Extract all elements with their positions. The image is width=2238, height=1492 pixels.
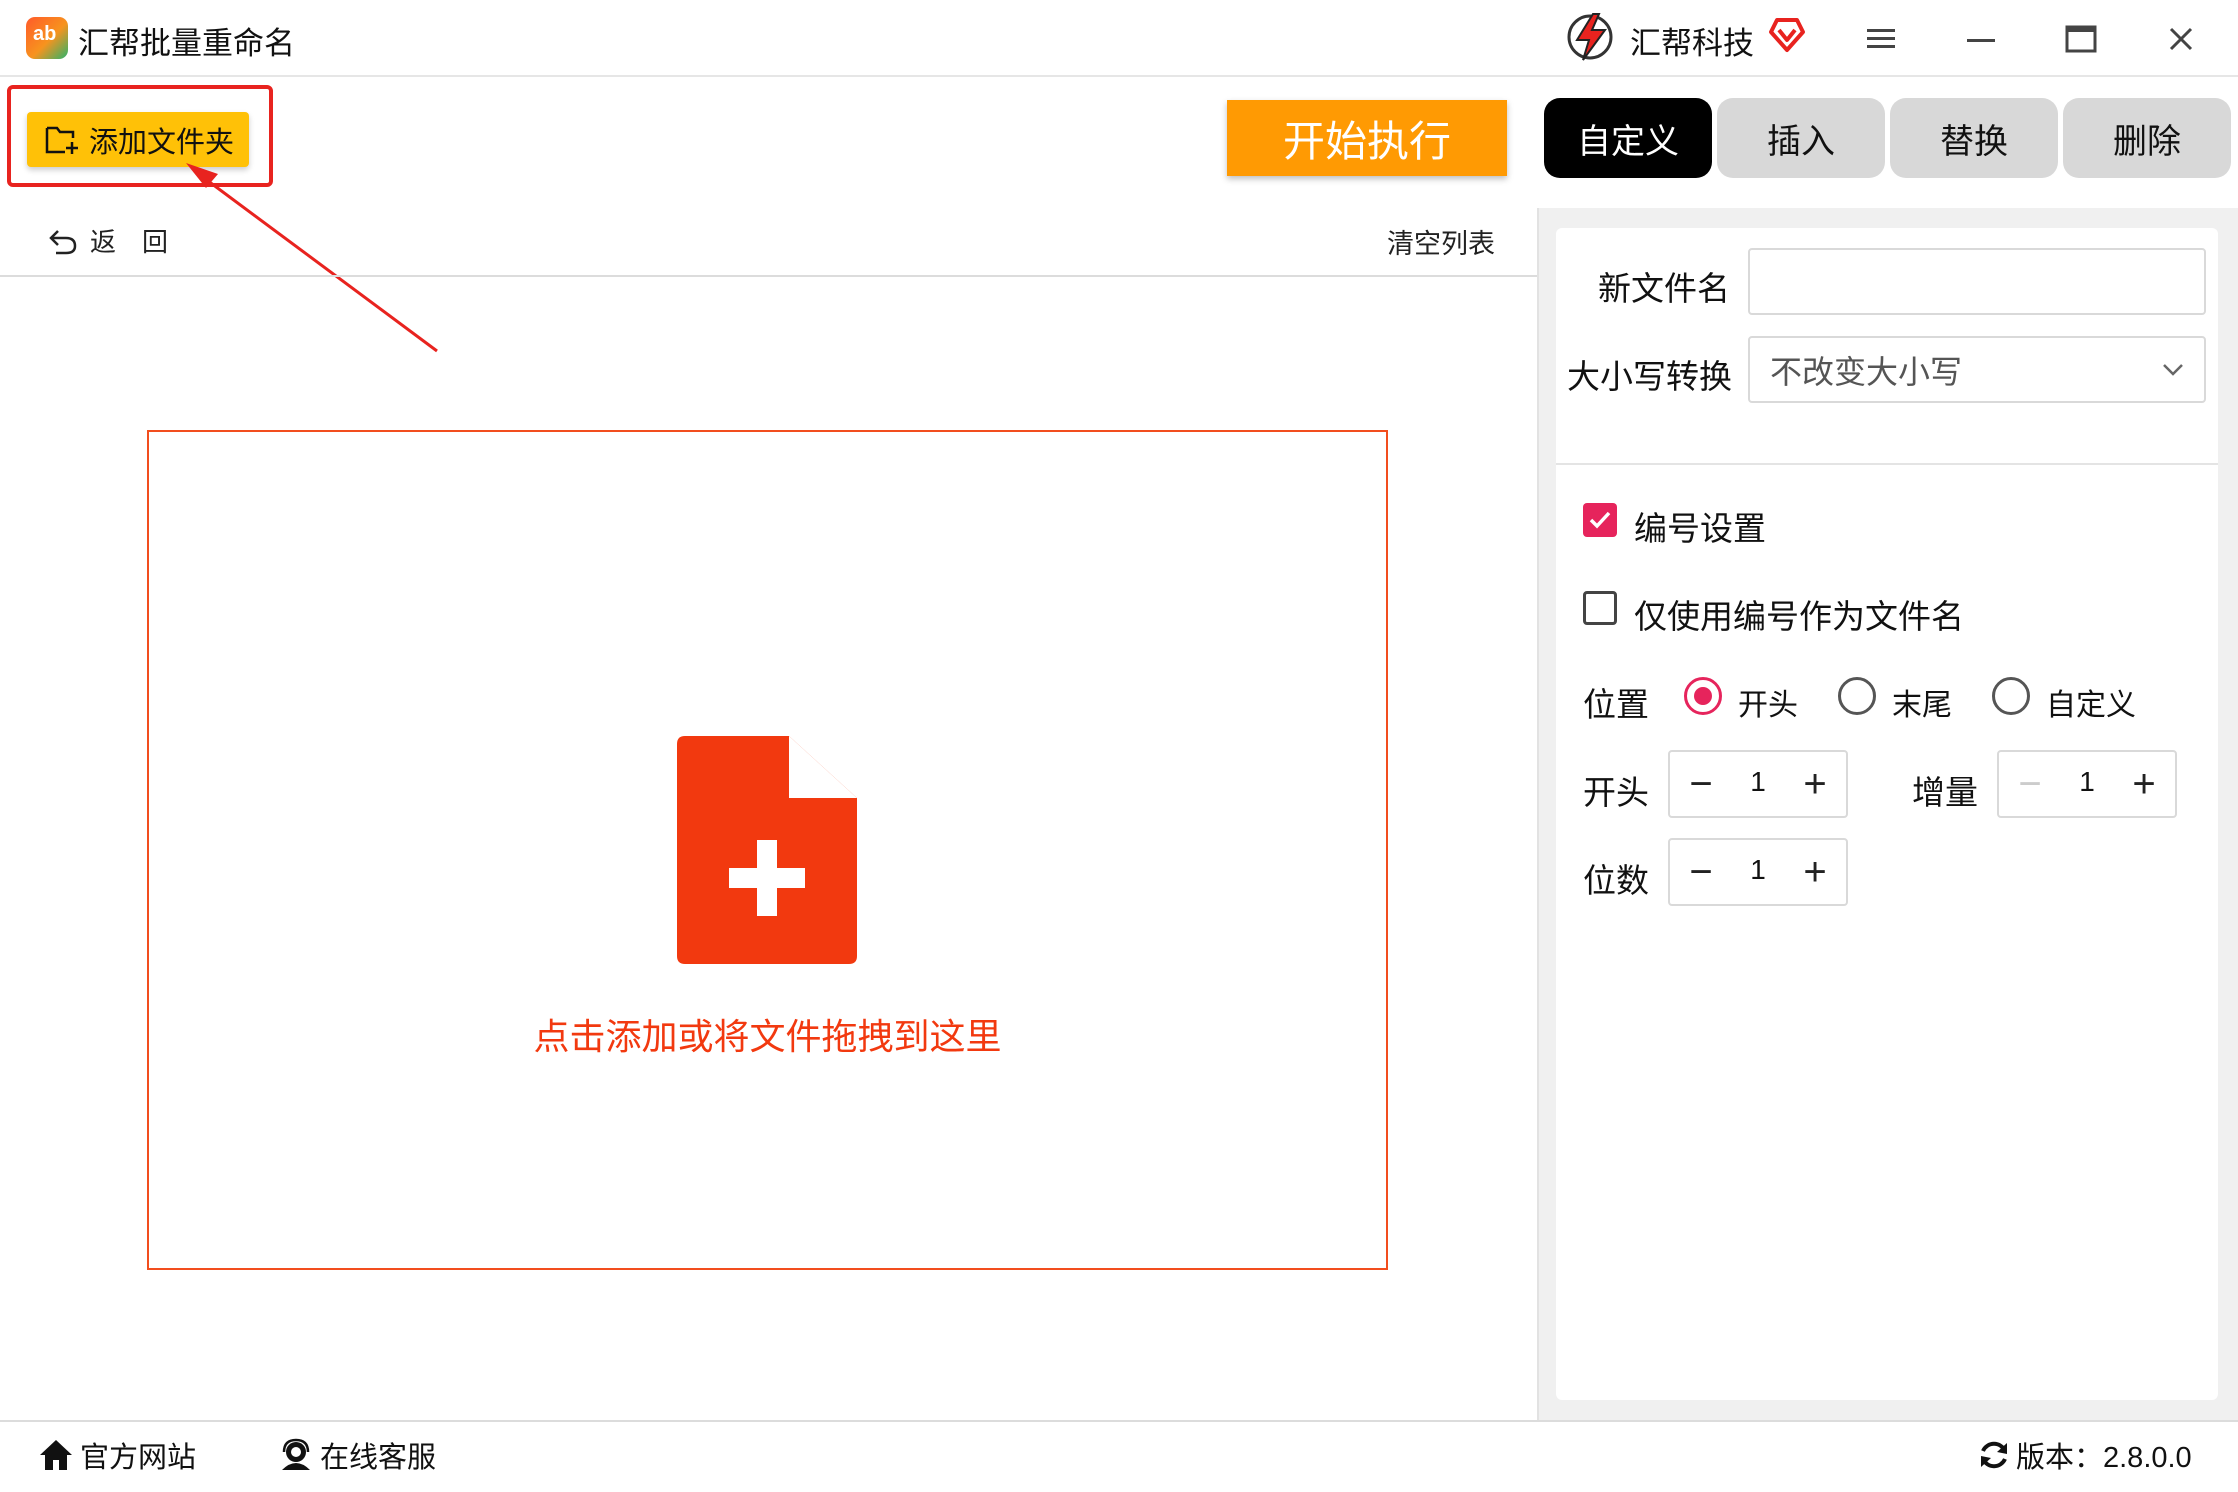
card-divider <box>1556 463 2218 465</box>
back-arrow-icon <box>49 229 77 254</box>
file-add-icon[interactable] <box>677 736 857 964</box>
close-icon[interactable] <box>2158 16 2204 62</box>
increment-value[interactable]: 1 <box>2049 752 2125 812</box>
increment-increment-button[interactable]: + <box>2119 752 2169 816</box>
increment-decrement-button[interactable]: − <box>2005 752 2055 816</box>
new-filename-label: 新文件名 <box>1598 270 1730 307</box>
position-radio-custom[interactable] <box>1992 677 2030 715</box>
tab-insert[interactable]: 插入 <box>1717 98 1885 178</box>
back-label: 返 回 <box>90 227 169 257</box>
home-icon <box>40 1440 72 1470</box>
numbering-label: 编号设置 <box>1634 510 1766 547</box>
vip-heart-icon[interactable] <box>1767 14 1807 54</box>
minimize-icon[interactable] <box>1958 16 2004 62</box>
position-custom-label: 自定义 <box>2046 689 2136 722</box>
support-label: 在线客服 <box>320 1442 437 1474</box>
brand-logo-icon <box>1567 13 1613 61</box>
position-end-label: 末尾 <box>1892 689 1952 722</box>
start-decrement-button[interactable]: − <box>1676 752 1726 816</box>
website-label: 官方网站 <box>80 1442 197 1474</box>
position-start-label: 开头 <box>1738 689 1798 722</box>
digits-stepper[interactable]: − 1 + <box>1668 838 1848 906</box>
version-info[interactable]: 版本：2.8.0.0 <box>1978 1434 2192 1476</box>
app-logo-icon: ab <box>26 17 68 59</box>
increment-stepper[interactable]: − 1 + <box>1997 750 2177 818</box>
new-filename-input[interactable] <box>1748 248 2206 315</box>
start-label: 开头 <box>1583 774 1649 811</box>
case-select-value: 不改变大小写 <box>1770 353 1963 390</box>
refresh-icon <box>1981 1441 2007 1469</box>
start-stepper[interactable]: − 1 + <box>1668 750 1848 818</box>
only-number-checkbox[interactable] <box>1583 591 1617 625</box>
position-radio-start[interactable] <box>1684 677 1722 715</box>
clear-list-button[interactable]: 清空列表 <box>1387 222 1495 261</box>
digits-increment-button[interactable]: + <box>1790 840 1840 904</box>
customer-service-icon <box>282 1438 310 1470</box>
website-link[interactable]: 官方网站 <box>38 1434 196 1476</box>
tab-custom[interactable]: 自定义 <box>1544 98 1712 178</box>
start-increment-button[interactable]: + <box>1790 752 1840 816</box>
digits-decrement-button[interactable]: − <box>1676 840 1726 904</box>
only-number-label: 仅使用编号作为文件名 <box>1634 598 1964 635</box>
back-link[interactable]: 返 回 <box>48 222 168 259</box>
version-label: 版本：2.8.0.0 <box>2016 1442 2192 1474</box>
dropzone-text: 点击添加或将文件拖拽到这里 <box>533 1016 1002 1057</box>
list-divider <box>0 275 1537 277</box>
app-title: 汇帮批量重命名 <box>78 26 295 61</box>
tab-replace[interactable]: 替换 <box>1890 98 2058 178</box>
case-label: 大小写转换 <box>1567 358 1732 395</box>
highlight-box <box>7 85 273 187</box>
menu-icon[interactable] <box>1858 16 1904 62</box>
digits-value[interactable]: 1 <box>1720 840 1796 900</box>
tab-delete[interactable]: 删除 <box>2063 98 2231 178</box>
brand-name: 汇帮科技 <box>1630 26 1754 61</box>
case-select[interactable]: 不改变大小写 <box>1748 336 2206 403</box>
numbering-checkbox[interactable] <box>1583 503 1617 537</box>
chevron-down-icon <box>2163 363 2183 376</box>
increment-label: 增量 <box>1912 774 1978 811</box>
position-label: 位置 <box>1583 686 1649 723</box>
position-radio-end[interactable] <box>1838 677 1876 715</box>
start-value[interactable]: 1 <box>1720 752 1796 812</box>
digits-label: 位数 <box>1583 862 1649 899</box>
check-icon <box>1589 511 1611 529</box>
start-button[interactable]: 开始执行 <box>1227 100 1507 176</box>
maximize-icon[interactable] <box>2058 16 2104 62</box>
support-link[interactable]: 在线客服 <box>278 1434 436 1476</box>
